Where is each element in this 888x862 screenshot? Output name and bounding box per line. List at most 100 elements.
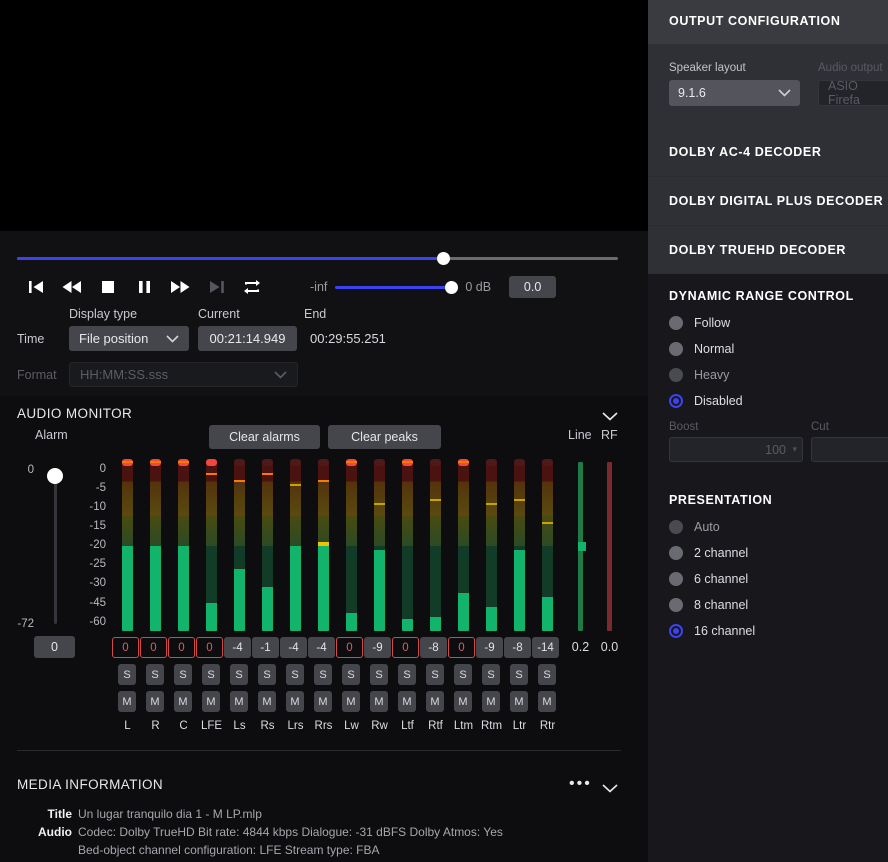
display-type-select[interactable]: File position (69, 326, 189, 351)
radio-button-icon[interactable] (669, 598, 683, 612)
channel-level-value[interactable]: -8 (504, 637, 531, 658)
spinner-chevron-down-icon[interactable]: ▾ (792, 444, 797, 455)
clear-alarms-button[interactable]: Clear alarms (209, 425, 320, 449)
radio-button-icon[interactable] (669, 520, 683, 534)
skip-back-icon[interactable] (18, 274, 54, 300)
channel-solo-button[interactable]: S (174, 664, 192, 685)
volume-slider[interactable] (335, 281, 459, 294)
radio-button-icon[interactable] (669, 572, 683, 586)
channel-solo-button[interactable]: S (538, 664, 556, 685)
skip-forward-icon[interactable] (198, 274, 234, 300)
channel-level-value[interactable]: -1 (252, 637, 279, 658)
alarm-slider-track[interactable] (54, 470, 57, 624)
clear-peaks-button[interactable]: Clear peaks (328, 425, 441, 449)
dolby-truehd-decoder-section[interactable]: DOLBY TRUEHD DECODER (648, 226, 888, 274)
seek-slider[interactable] (17, 252, 618, 265)
radio-button-icon[interactable] (669, 546, 683, 560)
channel-mute-button[interactable]: M (426, 691, 444, 712)
presentation-option-8-channel[interactable]: 8 channel (669, 598, 748, 612)
channel-level-value[interactable]: 0 (112, 637, 139, 658)
pause-icon[interactable] (126, 274, 162, 300)
channel-level-value[interactable]: -9 (364, 637, 391, 658)
presentation-option-6-channel[interactable]: 6 channel (669, 572, 748, 586)
channel-level-value[interactable]: -4 (224, 637, 251, 658)
video-display[interactable] (0, 0, 648, 231)
channel-mute-button[interactable]: M (118, 691, 136, 712)
channel-solo-button[interactable]: S (510, 664, 528, 685)
channel-peak-indicator[interactable] (262, 459, 273, 466)
speaker-layout-select[interactable]: 9.1.6 (669, 80, 800, 106)
channel-level-value[interactable]: 0 (168, 637, 195, 658)
dolby-digital-plus-decoder-section[interactable]: DOLBY DIGITAL PLUS DECODER (648, 177, 888, 225)
drc-option-disabled[interactable]: Disabled (669, 394, 743, 408)
channel-peak-indicator[interactable] (486, 459, 497, 466)
channel-solo-button[interactable]: S (370, 664, 388, 685)
radio-button-icon[interactable] (669, 316, 683, 330)
channel-mute-button[interactable]: M (538, 691, 556, 712)
channel-solo-button[interactable]: S (314, 664, 332, 685)
media-information-collapse-chevron-down-icon[interactable] (602, 780, 618, 798)
channel-mute-button[interactable]: M (286, 691, 304, 712)
boost-input[interactable]: 100 ▾ (669, 437, 803, 462)
channel-mute-button[interactable]: M (482, 691, 500, 712)
channel-solo-button[interactable]: S (454, 664, 472, 685)
channel-solo-button[interactable]: S (230, 664, 248, 685)
volume-handle[interactable] (445, 281, 459, 294)
presentation-option-16-channel[interactable]: 16 channel (669, 624, 755, 638)
channel-solo-button[interactable]: S (426, 664, 444, 685)
channel-peak-indicator[interactable] (430, 459, 441, 466)
channel-solo-button[interactable]: S (118, 664, 136, 685)
channel-level-value[interactable]: -4 (308, 637, 335, 658)
presentation-option-2-channel[interactable]: 2 channel (669, 546, 748, 560)
channel-solo-button[interactable]: S (146, 664, 164, 685)
channel-solo-button[interactable]: S (342, 664, 360, 685)
channel-peak-indicator[interactable] (206, 459, 217, 466)
channel-level-value[interactable]: 0 (448, 637, 475, 658)
rewind-icon[interactable] (54, 274, 90, 300)
channel-level-value[interactable]: -4 (280, 637, 307, 658)
channel-peak-indicator[interactable] (542, 459, 553, 466)
drc-option-follow[interactable]: Follow (669, 316, 730, 330)
channel-peak-indicator[interactable] (514, 459, 525, 466)
channel-level-value[interactable]: -9 (476, 637, 503, 658)
cut-input[interactable] (811, 437, 888, 462)
drc-option-normal[interactable]: Normal (669, 342, 734, 356)
format-select[interactable]: HH:MM:SS.sss (69, 362, 298, 387)
current-time-field[interactable]: 00:21:14.949 (198, 326, 297, 351)
channel-peak-indicator[interactable] (374, 459, 385, 466)
seek-handle[interactable] (437, 252, 450, 265)
fast-forward-icon[interactable] (162, 274, 198, 300)
presentation-option-auto[interactable]: Auto (669, 520, 720, 534)
channel-level-value[interactable]: 0 (392, 637, 419, 658)
channel-level-value[interactable]: 0 (196, 637, 223, 658)
channel-mute-button[interactable]: M (398, 691, 416, 712)
channel-mute-button[interactable]: M (370, 691, 388, 712)
alarm-value-input[interactable]: 0 (34, 636, 75, 658)
channel-mute-button[interactable]: M (258, 691, 276, 712)
channel-level-value[interactable]: 0 (140, 637, 167, 658)
channel-mute-button[interactable]: M (314, 691, 332, 712)
alarm-slider-handle[interactable] (47, 468, 63, 484)
channel-mute-button[interactable]: M (510, 691, 528, 712)
channel-solo-button[interactable]: S (202, 664, 220, 685)
loop-icon[interactable] (234, 274, 270, 300)
channel-peak-indicator[interactable] (234, 459, 245, 466)
channel-mute-button[interactable]: M (454, 691, 472, 712)
drc-option-heavy[interactable]: Heavy (669, 368, 729, 382)
audio-monitor-collapse-chevron-down-icon[interactable] (602, 408, 618, 426)
channel-mute-button[interactable]: M (146, 691, 164, 712)
channel-mute-button[interactable]: M (230, 691, 248, 712)
radio-button-icon[interactable] (669, 342, 683, 356)
channel-solo-button[interactable]: S (258, 664, 276, 685)
volume-input[interactable]: 0.0 (509, 276, 557, 298)
radio-button-icon[interactable] (669, 624, 683, 638)
channel-mute-button[interactable]: M (342, 691, 360, 712)
channel-solo-button[interactable]: S (482, 664, 500, 685)
channel-level-value[interactable]: 0 (336, 637, 363, 658)
channel-level-value[interactable]: -14 (532, 637, 559, 658)
radio-button-icon[interactable] (669, 394, 683, 408)
stop-icon[interactable] (90, 274, 126, 300)
channel-level-value[interactable]: -8 (420, 637, 447, 658)
more-options-icon[interactable]: ••• (569, 775, 592, 793)
radio-button-icon[interactable] (669, 368, 683, 382)
